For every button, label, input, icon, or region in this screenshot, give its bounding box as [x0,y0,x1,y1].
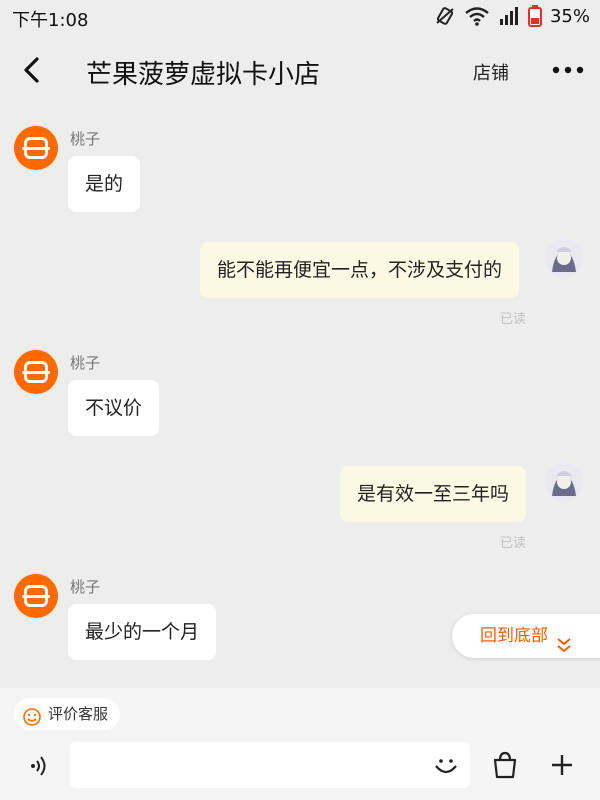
message-input[interactable] [70,742,470,788]
voice-icon[interactable] [24,752,52,780]
shop-avatar-icon[interactable] [14,126,58,170]
smile-icon [23,705,41,737]
rate-service-button[interactable]: 评价客服 [14,698,121,730]
user-avatar-icon[interactable] [544,238,584,278]
emoji-icon[interactable] [432,752,460,780]
more-dots-icon[interactable] [548,56,588,84]
battery-percent: 35% [549,5,590,27]
user-avatar-icon[interactable] [544,462,584,502]
shop-title: 芒果菠萝虚拟卡小店 [86,60,321,90]
jump-to-bottom-button[interactable]: 回到底部 [452,614,600,658]
wifi-icon [464,5,490,27]
double-chevron-down-icon [556,627,572,671]
back-arrow-icon[interactable] [14,52,50,88]
status-bar: 下午1:08 35% [0,0,600,34]
sender-name: 桃子 [70,578,101,596]
rate-service-label: 评价客服 [48,705,109,723]
signal-icon [498,5,520,27]
input-panel: 评价客服 [0,688,600,800]
shop-avatar-icon[interactable] [14,574,58,618]
status-icons: 35% [434,5,590,27]
battery-icon [527,5,542,27]
read-status: 已读 [500,312,527,327]
message-bubble-incoming[interactable]: 是的 [68,156,141,212]
bag-icon[interactable] [491,750,519,780]
sender-name: 桃子 [70,354,101,372]
message-bubble-outgoing[interactable]: 是有效一至三年吗 [340,466,527,522]
jump-to-bottom-label: 回到底部 [480,626,548,646]
shop-avatar-icon[interactable] [14,350,58,394]
message-bubble-incoming[interactable]: 最少的一个月 [68,604,217,660]
plus-icon[interactable] [547,750,577,780]
chat-header: 芒果菠萝虚拟卡小店 店铺 [0,34,600,108]
message-bubble-outgoing[interactable]: 能不能再便宜一点，不涉及支付的 [200,242,520,298]
store-link[interactable]: 店铺 [473,59,509,85]
message-bubble-incoming[interactable]: 不议价 [68,380,160,436]
status-time: 下午1:08 [12,10,89,31]
vibrate-off-icon [434,5,456,27]
sender-name: 桃子 [70,130,101,148]
read-status: 已读 [500,536,527,551]
